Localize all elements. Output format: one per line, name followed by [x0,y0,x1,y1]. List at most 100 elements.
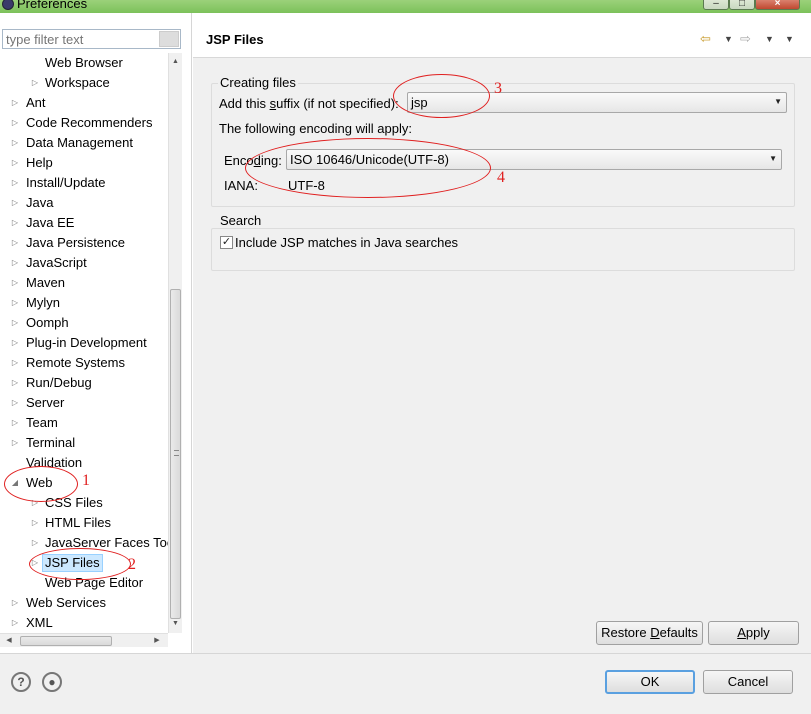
tree-item[interactable]: ▷ Mylyn [0,293,168,313]
tree-item[interactable]: ▷ JavaScript [0,253,168,273]
tree-item[interactable]: ▷ Team [0,413,168,433]
tree-collapsed-icon[interactable]: ▷ [10,173,20,193]
back-arrow-icon[interactable]: ⇦ [700,31,711,47]
filter-input[interactable] [3,30,158,48]
tree-collapsed-icon[interactable]: ▷ [10,273,20,293]
tree-vertical-scrollbar[interactable]: ▲ ▼ [168,53,182,633]
tree-item[interactable]: ▷ Ant [0,93,168,113]
tree-item[interactable]: ▷ HTML Files [0,513,168,533]
close-window-button[interactable]: × [755,0,800,10]
cancel-button[interactable]: Cancel [703,670,793,694]
iana-value: UTF-8 [288,178,325,193]
tree-item[interactable]: ▷ CSS Files [0,493,168,513]
tree-item[interactable]: ▷ Data Management [0,133,168,153]
preferences-navigation-panel: Web Browser ▷ Workspace ▷ Ant ▷ Code Recommend… [0,13,192,653]
tree-item[interactable]: ▷ XML [0,613,168,633]
tree-collapsed-icon[interactable]: ▷ [10,133,20,153]
tree-collapsed-icon[interactable]: ▷ [10,373,20,393]
tree-collapsed-icon[interactable]: ▷ [10,333,20,353]
suffix-select[interactable]: jsp ▼ [407,92,787,113]
horizontal-scroll-thumb[interactable] [20,636,112,646]
suffix-select-value: jsp [411,95,428,110]
scroll-left-arrow-icon[interactable]: ◀ [2,634,16,648]
tree-collapsed-icon[interactable]: ▷ [10,613,20,633]
include-jsp-label: Include JSP matches in Java searches [235,235,459,250]
tree-item-label: Run/Debug [26,375,92,390]
tree-collapsed-icon[interactable]: ▷ [10,93,20,113]
tree-item[interactable]: ▷ Java [0,193,168,213]
tree-item-label: Data Management [26,135,133,150]
tree-collapsed-icon[interactable]: ▷ [10,433,20,453]
tree-item[interactable]: ▷ Web Services [0,593,168,613]
dialog-button-bar: ? ● OK Cancel [0,653,811,714]
tree-item[interactable]: ▷ Maven [0,273,168,293]
view-menu-icon[interactable]: ▼ [785,34,794,44]
tree-collapsed-icon[interactable]: ▷ [10,593,20,613]
tree-item[interactable]: ▷ Install/Update [0,173,168,193]
tree-collapsed-icon[interactable]: ▷ [10,233,20,253]
tree-item[interactable]: ▷ Workspace [0,73,168,93]
clear-filter-icon[interactable] [159,31,179,47]
tree-collapsed-icon[interactable]: ▷ [10,293,20,313]
scroll-down-arrow-icon[interactable]: ▼ [169,617,182,631]
tree-collapsed-icon[interactable]: ▷ [10,393,20,413]
tree-item[interactable]: ▷ Server [0,393,168,413]
tree-collapsed-icon[interactable]: ▷ [30,73,40,93]
tree-item-label: Help [26,155,53,170]
encoding-label: Encoding: [224,153,282,168]
apply-button[interactable]: Apply [708,621,799,645]
import-export-icon[interactable]: ● [42,672,62,692]
tree-item[interactable]: ▷ Code Recommenders [0,113,168,133]
tree-collapsed-icon[interactable]: ▷ [10,313,20,333]
tree-item-label: Code Recommenders [26,115,153,130]
forward-arrow-icon[interactable]: ⇨ [740,31,751,47]
back-dropdown-icon[interactable]: ▼ [724,34,733,44]
tree-collapsed-icon[interactable]: ▷ [10,153,20,173]
tree-item-label: JavaServer Faces Too [45,535,168,550]
tree-collapsed-icon[interactable]: ▷ [10,113,20,133]
ok-button[interactable]: OK [605,670,695,694]
tree-item-label: Ant [26,95,46,110]
scroll-grip-icon [174,450,179,456]
search-group-label: Search [218,213,264,228]
include-jsp-checkbox[interactable]: ✓ [220,236,233,249]
scroll-up-arrow-icon[interactable]: ▲ [169,55,182,69]
help-icon[interactable]: ? [11,672,31,692]
tree-item[interactable]: Web Browser [0,53,168,73]
tree-collapsed-icon[interactable]: ▷ [30,513,40,533]
tree-item-label: Web Services [26,595,106,610]
tree-collapsed-icon[interactable]: ▷ [10,413,20,433]
iana-label: IANA: [224,178,258,193]
tree-item[interactable]: ▷ Java Persistence [0,233,168,253]
tree-collapsed-icon[interactable]: ▷ [30,533,40,553]
tree-collapsed-icon[interactable]: ▷ [30,493,40,513]
tree-item[interactable]: Validation [0,453,168,473]
vertical-scroll-thumb[interactable] [170,289,181,619]
tree-horizontal-scrollbar[interactable]: ◀ ▶ [0,633,168,647]
maximize-button[interactable]: □ [729,0,755,10]
tree-item-label: JavaScript [26,255,87,270]
encoding-intro-text: The following encoding will apply: [219,121,412,136]
tree-item[interactable]: ▷ Oomph [0,313,168,333]
tree-item[interactable]: ▷ Terminal [0,433,168,453]
tree-collapsed-icon[interactable]: ▷ [10,353,20,373]
tree-item[interactable]: ▷ Run/Debug [0,373,168,393]
tree-expanded-icon[interactable]: ◢ [10,473,20,493]
scroll-right-arrow-icon[interactable]: ▶ [150,634,164,648]
tree-item-label: Java [26,195,54,210]
tree-collapsed-icon[interactable]: ▷ [30,553,40,573]
tree-collapsed-icon[interactable]: ▷ [10,253,20,273]
tree-collapsed-icon[interactable]: ▷ [10,193,20,213]
tree-item[interactable]: ▷ JavaServer Faces Too [0,533,168,553]
tree-item[interactable]: ▷ Plug-in Development [0,333,168,353]
tree-item[interactable]: Web Page Editor [0,573,168,593]
tree-item[interactable]: ▷ Remote Systems [0,353,168,373]
encoding-select[interactable]: ISO 10646/Unicode(UTF-8) ▼ [286,149,782,170]
tree-item[interactable]: ▷ JSP Files [0,553,168,573]
tree-item[interactable]: ▷ Java EE [0,213,168,233]
forward-dropdown-icon[interactable]: ▼ [765,34,774,44]
tree-collapsed-icon[interactable]: ▷ [10,213,20,233]
restore-defaults-button[interactable]: Restore Defaults [596,621,703,645]
minimize-button[interactable]: – [703,0,729,10]
tree-item[interactable]: ▷ Help [0,153,168,173]
